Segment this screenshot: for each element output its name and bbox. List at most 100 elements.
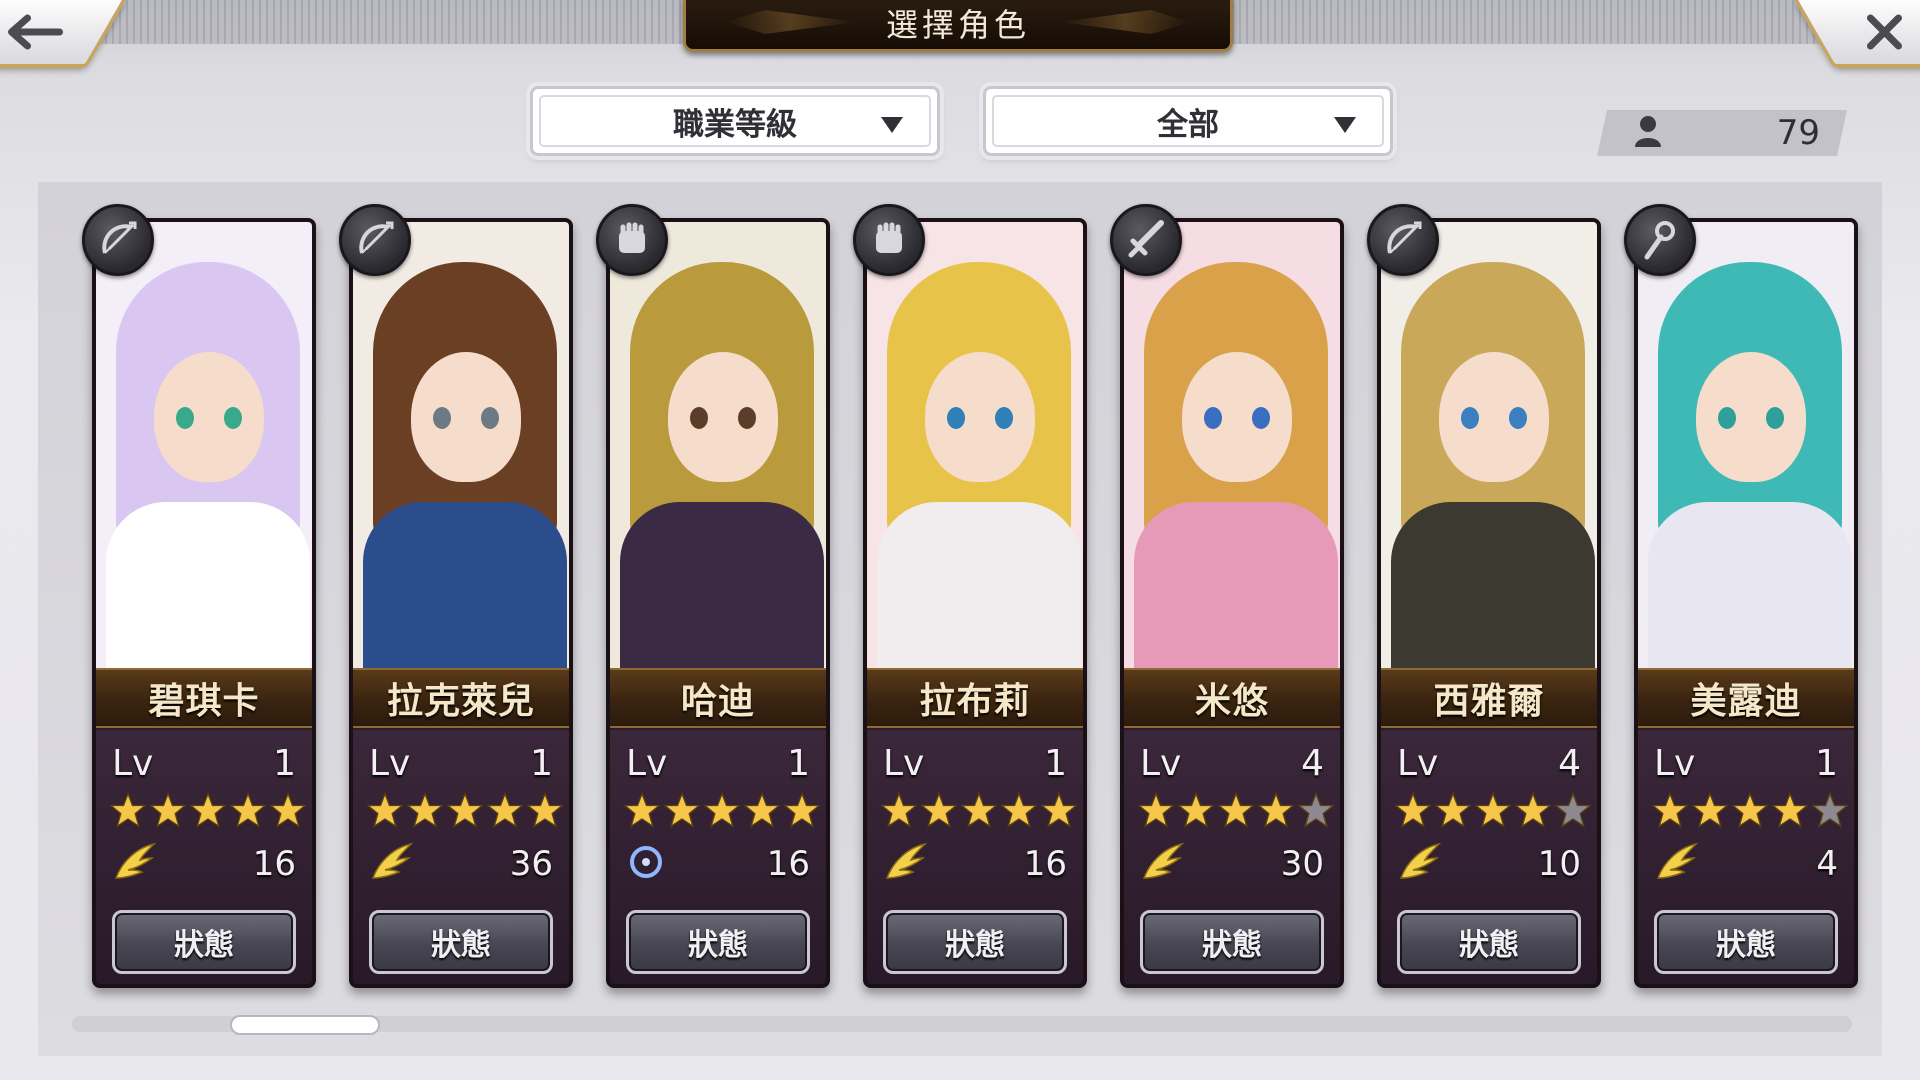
- page-title: 選擇角色: [885, 5, 1030, 44]
- character-count: 79: [1776, 113, 1820, 153]
- character-stats: Lv 1 16 狀態: [610, 730, 826, 984]
- character-name: 拉布莉: [919, 680, 1031, 722]
- swirl-icon: [626, 842, 666, 886]
- character-card[interactable]: 米悠 Lv 4 30 狀態: [1120, 218, 1344, 988]
- level-label: Lv: [1397, 742, 1439, 784]
- status-button[interactable]: 狀態: [1397, 910, 1581, 974]
- wing-icon: [883, 842, 928, 886]
- character-portrait[interactable]: [610, 222, 826, 668]
- level-value: 1: [787, 742, 810, 784]
- level-value: 1: [530, 742, 553, 784]
- close-button[interactable]: [1794, 0, 1920, 68]
- fist-icon: [853, 204, 925, 276]
- level-label: Lv: [1140, 742, 1182, 784]
- character-card[interactable]: 碧琪卡 Lv 1 16 狀態: [92, 218, 316, 988]
- star-rating: [1395, 792, 1591, 828]
- status-button-label: 狀態: [1202, 928, 1262, 963]
- character-portrait[interactable]: [353, 222, 569, 668]
- character-nameplate: 米悠: [1124, 668, 1340, 728]
- character-name: 拉克萊兒: [386, 680, 535, 722]
- character-portrait[interactable]: [1124, 222, 1340, 668]
- staff-icon: [1624, 204, 1696, 276]
- status-button-label: 狀態: [1716, 928, 1776, 963]
- bow-icon: [1367, 204, 1439, 276]
- star-rating: [110, 792, 306, 828]
- status-button[interactable]: 狀態: [1140, 910, 1324, 974]
- character-name: 西雅爾: [1433, 680, 1545, 722]
- star-rating: [1652, 792, 1848, 828]
- status-button[interactable]: 狀態: [1654, 910, 1838, 974]
- arrow-left-icon: [6, 14, 66, 50]
- sword-icon: [1110, 204, 1182, 276]
- character-stats: Lv 1 36 狀態: [353, 730, 569, 984]
- wing-icon: [1654, 842, 1699, 886]
- attribute-value: 10: [1537, 844, 1581, 884]
- attribute-value: 4: [1816, 844, 1838, 884]
- character-nameplate: 拉克萊兒: [353, 668, 569, 728]
- character-count-box: 79: [1597, 110, 1847, 156]
- level-value: 4: [1301, 742, 1324, 784]
- status-button-label: 狀態: [1459, 928, 1519, 963]
- character-stats: Lv 4 10 狀態: [1381, 730, 1597, 984]
- character-name: 哈迪: [680, 680, 755, 722]
- status-button[interactable]: 狀態: [883, 910, 1067, 974]
- status-button[interactable]: 狀態: [112, 910, 296, 974]
- wing-icon: [369, 842, 414, 886]
- star-rating: [624, 792, 820, 828]
- level-value: 1: [273, 742, 296, 784]
- status-button-label: 狀態: [945, 928, 1005, 963]
- character-nameplate: 西雅爾: [1381, 668, 1597, 728]
- level-label: Lv: [626, 742, 668, 784]
- horizontal-scrollbar-thumb[interactable]: [230, 1015, 380, 1035]
- star-rating: [367, 792, 563, 828]
- character-card[interactable]: 拉布莉 Lv 1 16 狀態: [863, 218, 1087, 988]
- wing-icon: [1397, 842, 1442, 886]
- character-stats: Lv 4 30 狀態: [1124, 730, 1340, 984]
- attribute-value: 16: [1023, 844, 1067, 884]
- status-button-label: 狀態: [688, 928, 748, 963]
- level-value: 4: [1558, 742, 1581, 784]
- level-label: Lv: [369, 742, 411, 784]
- character-portrait[interactable]: [1638, 222, 1854, 668]
- character-stats: Lv 1 16 狀態: [96, 730, 312, 984]
- close-icon: [1862, 10, 1906, 54]
- star-rating: [1138, 792, 1334, 828]
- character-nameplate: 拉布莉: [867, 668, 1083, 728]
- status-button[interactable]: 狀態: [369, 910, 553, 974]
- character-card[interactable]: 美露迪 Lv 1 4 狀態: [1634, 218, 1858, 988]
- character-nameplate: 哈迪: [610, 668, 826, 728]
- character-card[interactable]: 拉克萊兒 Lv 1 36 狀態: [349, 218, 573, 988]
- attribute-value: 16: [252, 844, 296, 884]
- status-button[interactable]: 狀態: [626, 910, 810, 974]
- bow-icon: [82, 204, 154, 276]
- status-button-label: 狀態: [431, 928, 491, 963]
- character-name: 碧琪卡: [148, 680, 260, 722]
- title-plate: 選擇角色: [683, 0, 1233, 52]
- character-card[interactable]: 哈迪 Lv 1 16 狀態: [606, 218, 830, 988]
- chevron-down-icon: [879, 115, 905, 139]
- character-name: 米悠: [1194, 680, 1269, 722]
- level-value: 1: [1044, 742, 1067, 784]
- character-nameplate: 美露迪: [1638, 668, 1854, 728]
- character-card[interactable]: 西雅爾 Lv 4 10 狀態: [1377, 218, 1601, 988]
- user-icon: [1634, 115, 1662, 151]
- attribute-value: 16: [766, 844, 810, 884]
- job-level-dropdown[interactable]: 職業等級: [530, 86, 940, 156]
- level-label: Lv: [1654, 742, 1696, 784]
- category-label: 全部: [1157, 106, 1219, 143]
- character-stats: Lv 1 16 狀態: [867, 730, 1083, 984]
- wing-icon: [1140, 842, 1185, 886]
- character-nameplate: 碧琪卡: [96, 668, 312, 728]
- character-portrait[interactable]: [1381, 222, 1597, 668]
- wing-icon: [112, 842, 157, 886]
- character-stats: Lv 1 4 狀態: [1638, 730, 1854, 984]
- status-button-label: 狀態: [174, 928, 234, 963]
- character-portrait[interactable]: [867, 222, 1083, 668]
- character-portrait[interactable]: [96, 222, 312, 668]
- bow-icon: [339, 204, 411, 276]
- category-dropdown[interactable]: 全部: [983, 86, 1393, 156]
- attribute-value: 36: [509, 844, 553, 884]
- level-label: Lv: [112, 742, 154, 784]
- attribute-value: 30: [1280, 844, 1324, 884]
- chevron-down-icon: [1332, 115, 1358, 139]
